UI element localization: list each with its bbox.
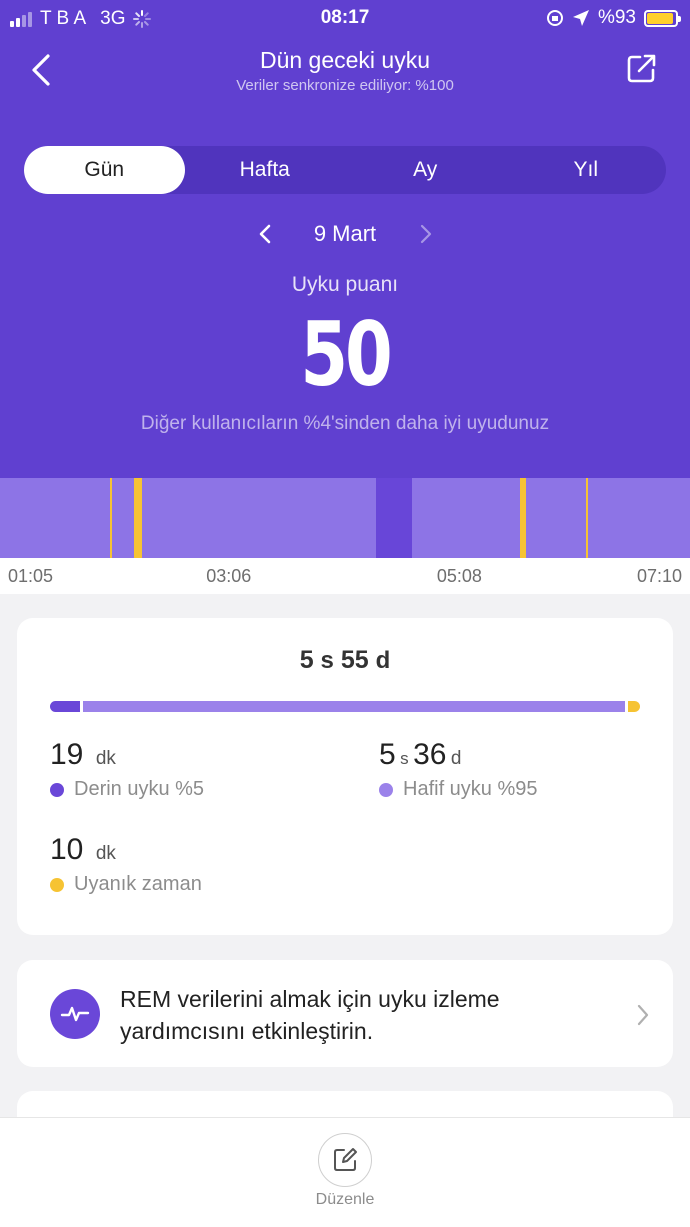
light-sleep-minutes-unit: d	[450, 748, 462, 769]
battery-percent: %93	[597, 7, 636, 28]
timeline-segment-awake	[586, 478, 589, 558]
rem-prompt-text: REM verilerini almak için uyku izleme ya…	[120, 986, 500, 1044]
timeline-axis-label: 01:05	[8, 566, 54, 586]
bottom-bar: Düzenle	[0, 1117, 690, 1227]
next-date-icon[interactable]	[416, 222, 436, 246]
current-date: 9 Mart	[313, 221, 377, 246]
total-hours-unit: s	[320, 647, 334, 674]
timeline-segment-deep	[376, 478, 413, 558]
edit-label: Düzenle	[315, 1191, 375, 1208]
timeline-axis-label: 07:10	[636, 566, 682, 586]
sleep-score-label: Uyku puanı	[291, 273, 399, 296]
distribution-segment-light	[79, 701, 626, 712]
orientation-lock-icon	[546, 10, 563, 26]
location-icon	[572, 10, 589, 26]
edit-button[interactable]	[318, 1133, 372, 1187]
sleep-timeline	[0, 478, 690, 558]
total-sleep: 5 s 55 d	[17, 646, 673, 675]
battery-icon	[644, 9, 681, 27]
sync-status: Veriler senkronize ediliyor: %100	[236, 77, 454, 94]
tab-year[interactable]: Yıl	[506, 146, 667, 194]
sleep-distribution-bar	[50, 701, 640, 712]
total-minutes-unit: d	[375, 647, 391, 674]
timeline-axis: 01:05 03:06 05:08 07:10	[0, 558, 690, 594]
heartbeat-icon	[50, 989, 100, 1039]
awake-stat: 10 dk Uyanık zaman	[50, 833, 202, 896]
period-tabs: Gün Hafta Ay Yıl	[24, 146, 666, 194]
timeline-segment-awake	[519, 478, 526, 558]
light-sleep-dot	[379, 782, 393, 797]
tab-week[interactable]: Hafta	[185, 146, 346, 194]
timeline-segment-awake	[134, 478, 142, 558]
distribution-segment-deep	[50, 701, 80, 712]
deep-sleep-dot	[50, 782, 64, 797]
awake-unit: dk	[95, 843, 116, 864]
rem-prompt-card[interactable]: REM verilerini almak için uyku izleme ya…	[17, 960, 673, 1067]
share-icon[interactable]	[626, 52, 658, 84]
awake-dot	[50, 877, 64, 892]
sleep-summary-card: 5 s 55 d 19 dk Derin uyku %5 5 s 36 d Ha…	[17, 618, 673, 935]
deep-sleep-label: Derin uyku %5	[74, 778, 205, 800]
chevron-right-icon	[637, 1004, 649, 1026]
deep-sleep-stat: 19 dk Derin uyku %5	[50, 738, 204, 801]
timeline-axis-label: 05:08	[436, 566, 482, 586]
timeline-segment-awake	[109, 478, 112, 558]
score-comparison: Diğer kullanıcıların %4'sinden daha iyi …	[140, 413, 550, 434]
sleep-score-value: 50	[300, 303, 392, 406]
distribution-segment-awake	[625, 701, 640, 712]
deep-sleep-unit: dk	[95, 748, 116, 769]
timeline-axis-label: 03:06	[206, 566, 252, 586]
status-bar: T B A 3G 08:17 %93	[0, 0, 690, 36]
page-title: Dün geceki uyku	[259, 47, 431, 73]
total-minutes: 55	[340, 646, 369, 674]
awake-value: 10	[50, 833, 84, 866]
light-sleep-label: Hafif uyku %95	[403, 778, 538, 800]
date-navigator: 9 Mart	[0, 218, 690, 250]
total-hours: 5	[299, 646, 314, 674]
tab-month[interactable]: Ay	[345, 146, 506, 194]
tab-day[interactable]: Gün	[24, 146, 185, 194]
light-sleep-hours-unit: s	[400, 749, 409, 768]
light-sleep-hours: 5	[379, 738, 396, 771]
edit-icon	[334, 1148, 357, 1171]
light-sleep-stat: 5 s 36 d Hafif uyku %95	[379, 738, 538, 801]
light-sleep-minutes: 36	[413, 738, 447, 771]
awake-label: Uyanık zaman	[74, 873, 202, 895]
deep-sleep-value: 19	[50, 738, 84, 771]
